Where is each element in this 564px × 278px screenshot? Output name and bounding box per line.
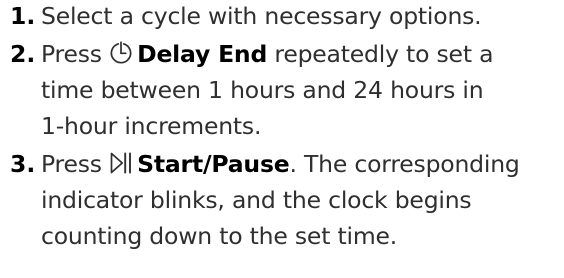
step-3: 3. Press Start/Pause. The corresponding …: [0, 146, 564, 254]
step-number: 1.: [10, 2, 36, 30]
play-pause-icon: [109, 151, 133, 175]
step-text: Select a cycle with necessary options.: [41, 2, 482, 30]
step-2: 2. Press Delay End repeatedly to set a t…: [0, 36, 564, 144]
step-text: repeatedly to set a: [274, 40, 494, 68]
step-prefix: Press: [41, 150, 102, 178]
step-prefix: Press: [41, 40, 102, 68]
step-text: . The corresponding: [289, 150, 520, 178]
start-pause-label: Start/Pause: [137, 150, 290, 178]
delay-timer-icon: [109, 41, 133, 65]
instruction-steps: 1. Select a cycle with necessary options…: [0, 0, 564, 254]
delay-end-label: Delay End: [137, 40, 268, 68]
step-line: indicator blinks, and the clock begins: [41, 186, 472, 214]
step-line: Press Delay End repeatedly to set a: [41, 36, 564, 72]
step-line: Press Start/Pause. The corresponding: [41, 146, 564, 182]
step-number: 2.: [10, 40, 36, 68]
step-line: 1-hour increments.: [41, 112, 262, 140]
step-number: 3.: [10, 150, 36, 178]
step-line: counting down to the set time.: [41, 222, 398, 250]
step-line: time between 1 hours and 24 hours in: [41, 76, 484, 104]
step-1: 1. Select a cycle with necessary options…: [0, 0, 564, 34]
